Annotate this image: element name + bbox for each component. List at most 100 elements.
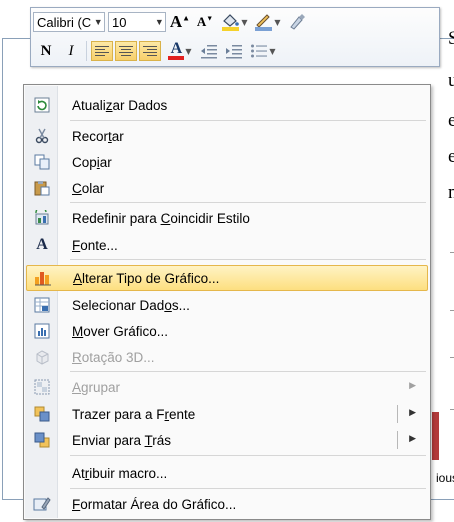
menu-item-label: Formatar Área do Gráfico... [72,496,237,512]
menu-item-label: Fonte... [72,237,118,253]
align-center-button[interactable] [115,41,137,61]
format-chart-area-icon [26,491,58,517]
menu-item-label: Selecionar Dados... [72,297,190,313]
font-name-combo[interactable]: Calibri (C ▼ [33,12,105,32]
menu-item-send-backward[interactable]: Enviar para Trás ▶ [26,427,428,453]
group-icon [26,374,58,400]
chart-bar [432,412,439,460]
menu-item-label: Copiar [72,154,112,170]
chevron-down-icon[interactable]: ▼ [269,47,275,56]
menu-item-group: Agrupar ▶ [26,374,428,400]
bullets-icon [251,44,268,58]
menu-separator [70,455,426,456]
menu-item-assign-macro[interactable]: Atribuir macro... [26,460,428,486]
axis-category-label: ious [436,471,454,485]
menu-item-reset-style[interactable]: Redefinir para Coincidir Estilo [26,205,428,231]
submenu-arrow-icon[interactable]: ▶ [409,434,416,444]
rotation-3d-icon [26,344,58,370]
menu-item-rotation-3d: Rotação 3D... [26,344,428,370]
menu-separator [70,488,426,489]
bold-icon: N [40,42,52,59]
change-chart-type-icon [27,265,59,291]
menu-item-label: Redefinir para Coincidir Estilo [72,210,250,226]
menu-separator [70,202,426,203]
menu-separator [70,371,426,372]
mini-toolbar: Calibri (C ▼ 10 ▼ A▲ A▼ ▼ ▼ N I A ▼ ▼ [30,7,440,67]
chevron-down-icon[interactable]: ▼ [241,18,247,27]
menu-item-move-chart[interactable]: Mover Gráfico... [26,318,428,344]
mini-toolbar-row-1: Calibri (C ▼ 10 ▼ A▲ A▼ ▼ ▼ [33,10,307,34]
gridline [450,409,454,410]
submenu-arrow-icon: ▶ [409,381,416,391]
menu-item-select-data[interactable]: Selecionar Dados... [26,292,428,318]
move-chart-icon [26,318,58,344]
bring-forward-icon [26,401,58,427]
reset-style-icon [26,205,58,231]
line-color-icon [255,14,273,31]
send-backward-icon [26,427,58,453]
font-icon: A [36,236,48,253]
context-menu: Atualizar Dados Recortar Copiar Colar Re… [23,84,431,520]
menu-separator [70,120,426,121]
bold-button[interactable]: N [35,40,57,62]
paste-icon [26,175,58,201]
fill-color-icon [222,14,240,31]
menu-item-copy[interactable]: Copiar [26,149,428,175]
mini-toolbar-row-2: N I A ▼ ▼ [33,39,278,63]
menu-item-label: Rotação 3D... [72,349,155,365]
fill-color-button[interactable]: ▼ [219,11,249,33]
italic-icon: I [68,42,74,59]
cut-icon [26,123,58,149]
font-color-icon: A [168,41,185,60]
grow-font-icon: A▲ [169,12,191,31]
line-color-button[interactable]: ▼ [252,11,282,33]
submenu-arrow-icon[interactable]: ▶ [409,408,416,418]
menu-item-bring-forward[interactable]: Trazer para a Frente ▶ [26,401,428,427]
assign-macro-icon [26,460,58,486]
menu-item-paste[interactable]: Colar [26,175,428,201]
copy-icon [26,149,58,175]
menu-item-label: Atualizar Dados [72,97,168,113]
grow-font-button[interactable]: A▲ [169,11,191,33]
italic-button[interactable]: I [60,40,82,62]
menu-item-refresh-data[interactable]: Atualizar Dados [26,92,428,118]
menu-item-label: Agrupar [72,379,121,395]
format-painter-icon [290,14,305,30]
menu-item-label: Recortar [72,128,124,144]
font-size-value: 10 [112,14,127,30]
select-data-icon [26,292,58,318]
menu-item-format-chart-area[interactable]: Formatar Área do Gráfico... [26,491,428,517]
menu-item-cut[interactable]: Recortar [26,123,428,149]
decrease-indent-icon [201,45,217,59]
gridline [450,310,454,311]
font-name-value: Calibri (C [37,14,92,30]
menu-separator [70,259,426,260]
menu-item-label: Enviar para Trás [72,432,172,448]
font-color-button[interactable]: A ▼ [165,40,195,62]
align-left-button[interactable] [91,41,113,61]
menu-item-label: Mover Gráfico... [72,323,169,339]
doc-text-line: S [448,28,454,49]
chevron-down-icon[interactable]: ▼ [154,17,165,27]
shrink-font-button[interactable]: A▼ [194,11,216,33]
doc-text-line: n [448,182,454,203]
refresh-data-icon [26,92,58,118]
gridline [450,357,454,358]
doc-text-line: e [448,146,454,167]
increase-indent-button[interactable] [223,40,245,62]
chevron-down-icon[interactable]: ▼ [93,17,104,27]
decrease-indent-button[interactable] [198,40,220,62]
menu-item-font[interactable]: A Fonte... [26,232,428,258]
font-size-combo[interactable]: 10 ▼ [108,12,166,32]
bullets-button[interactable]: ▼ [248,40,278,62]
shrink-font-icon: A▼ [196,14,214,29]
gridline [450,252,454,253]
format-painter-button[interactable] [285,11,307,33]
align-right-button[interactable] [139,41,161,61]
increase-indent-icon [226,45,242,59]
menu-item-label: Trazer para a Frente [72,406,196,422]
chevron-down-icon[interactable]: ▼ [185,47,191,56]
chevron-down-icon[interactable]: ▼ [274,18,280,27]
align-right-icon [143,46,157,47]
menu-item-change-chart-type[interactable]: Alterar Tipo de Gráfico... [26,265,428,291]
